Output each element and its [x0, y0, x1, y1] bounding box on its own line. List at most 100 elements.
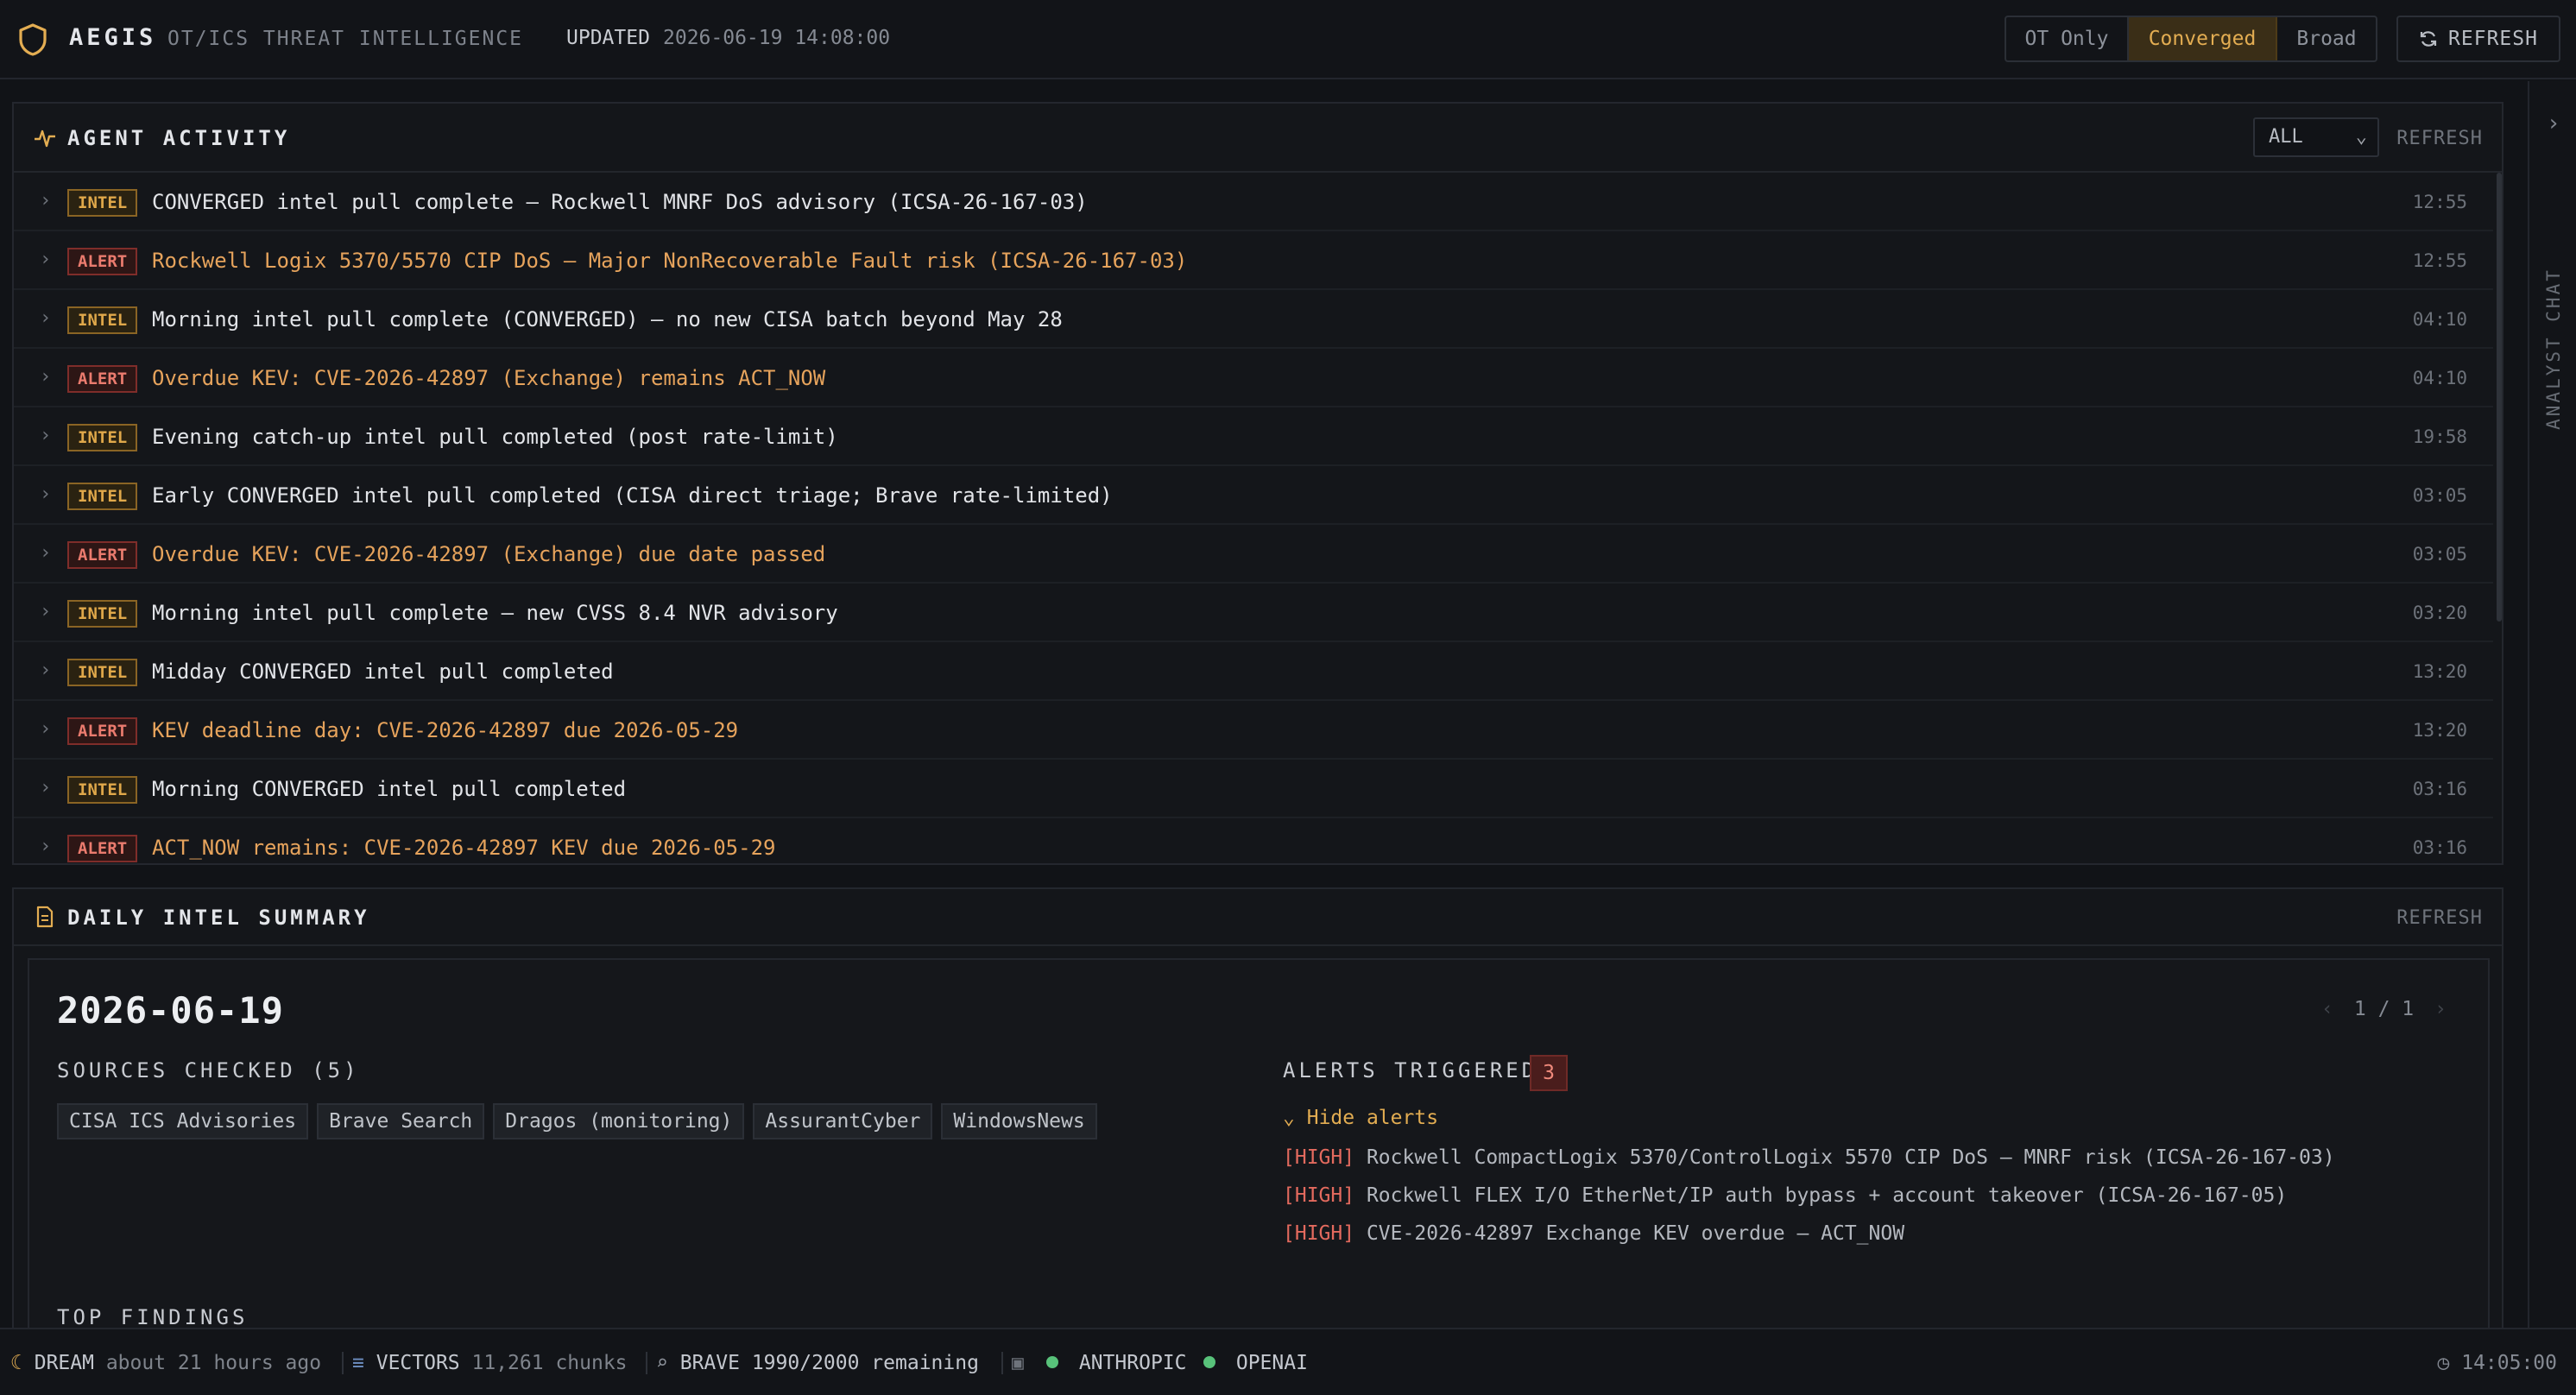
activity-row[interactable]: › INTEL Midday CONVERGED intel pull comple… [14, 642, 2493, 701]
app-root: AEGIS OT/ICS THREAT INTELLIGENCE UPDATED… [0, 0, 2576, 1395]
status-ok-dot [1203, 1356, 1215, 1368]
alert-text: Rockwell CompactLogix 5370/ControlLogix … [1366, 1146, 2335, 1169]
activity-type-badge: ALERT [67, 248, 138, 275]
activity-message: Early CONVERGED intel pull completed (CI… [152, 483, 1113, 508]
activity-row[interactable]: › INTEL Early CONVERGED intel pull complet… [14, 466, 2493, 525]
activity-row[interactable]: › ALERT Overdue KEV: CVE-2026-42897 (Excha… [14, 525, 2493, 584]
alert-severity: [HIGH] [1283, 1222, 1355, 1245]
source-chip: CISA ICS Advisories [57, 1103, 309, 1139]
activity-pulse-icon [35, 129, 55, 148]
chevron-right-icon[interactable]: › [40, 777, 51, 798]
activity-time: 04:10 [2412, 309, 2467, 330]
refresh-button[interactable]: REFRESH [2396, 16, 2560, 62]
analyst-chat-rail[interactable]: › ANALYST CHAT [2528, 81, 2576, 1328]
status-vectors: ≡ VECTORS 11,261 chunks [352, 1352, 628, 1374]
mode-broad-button[interactable]: Broad [2277, 17, 2376, 60]
status-bar: ☾ DREAM about 21 hours ago ≡ VECTORS 11,… [0, 1328, 2576, 1395]
agent-activity-title: AGENT ACTIVITY [67, 126, 291, 150]
activity-row[interactable]: › INTEL Morning CONVERGED intel pull compl… [14, 760, 2493, 818]
activity-row[interactable]: › ALERT KEV deadline day: CVE-2026-42897 d… [14, 701, 2493, 760]
activity-message: Midday CONVERGED intel pull completed [152, 660, 614, 684]
summary-card: 2026-06-19 ‹ 1 / 1 › SOURCES CHECKED (5)… [28, 958, 2490, 1373]
activity-message: Morning intel pull complete — new CVSS 8… [152, 601, 838, 625]
chevron-right-icon[interactable]: › [40, 660, 51, 681]
activity-row[interactable]: › INTEL Morning intel pull complete — new … [14, 584, 2493, 642]
activity-row[interactable]: › INTEL Evening catch-up intel pull comple… [14, 407, 2493, 466]
refresh-icon [2420, 31, 2437, 47]
clock-icon: ◷ [2437, 1352, 2450, 1374]
activity-row[interactable]: › ALERT Overdue KEV: CVE-2026-42897 (Excha… [14, 349, 2493, 407]
activity-row[interactable]: › ALERT ACT_NOW remains: CVE-2026-42897 KE… [14, 818, 2493, 863]
sources-list: CISA ICS Advisories Brave Search Dragos … [57, 1103, 1097, 1139]
agent-activity-header: AGENT ACTIVITY ALL ⌄ REFRESH [14, 104, 2502, 173]
activity-scrollbar[interactable] [2497, 173, 2502, 622]
updated-label: UPDATED [566, 27, 650, 49]
alert-text: Rockwell FLEX I/O EtherNet/IP auth bypas… [1366, 1184, 2288, 1207]
chip-icon: ▣ [1012, 1352, 1024, 1374]
activity-type-badge: INTEL [67, 659, 138, 686]
analyst-chat-label-wrap: ANALYST CHAT [2531, 262, 2576, 435]
brave-label: BRAVE [679, 1352, 740, 1374]
chevron-right-icon[interactable]: › [40, 542, 51, 564]
activity-type-badge: ALERT [67, 541, 138, 569]
status-dream: ☾ DREAM about 21 hours ago [10, 1352, 321, 1374]
brand-subtitle: OT/ICS THREAT INTELLIGENCE [167, 28, 524, 50]
agent-activity-panel: AGENT ACTIVITY ALL ⌄ REFRESH › INTEL CONVE… [12, 102, 2503, 865]
activity-time: 03:05 [2412, 485, 2467, 506]
alert-text: CVE-2026-42897 Exchange KEV overdue — AC… [1366, 1222, 1905, 1245]
alerts-count-badge: 3 [1530, 1055, 1568, 1091]
activity-refresh-button[interactable]: REFRESH [2396, 128, 2483, 149]
chevron-right-icon[interactable]: › [2547, 110, 2560, 136]
chevron-right-icon[interactable]: › [40, 366, 51, 388]
chevron-right-icon[interactable]: › [40, 718, 51, 740]
activity-filter-select[interactable]: ALL ⌄ [2253, 117, 2379, 157]
chevron-right-icon[interactable]: › [40, 836, 51, 857]
activity-time: 13:20 [2412, 720, 2467, 741]
status-divider [1001, 1352, 1003, 1374]
top-findings-label: TOP FINDINGS [57, 1305, 249, 1329]
alerts-triggered-label: ALERTS TRIGGERED [1283, 1058, 1538, 1083]
alert-item: [HIGH] Rockwell CompactLogix 5370/Contro… [1283, 1146, 2335, 1169]
daily-summary-header: DAILY INTEL SUMMARY REFRESH [14, 889, 2502, 946]
activity-row[interactable]: › INTEL Morning intel pull complete (CONVE… [14, 290, 2493, 349]
chevron-right-icon[interactable]: › [40, 483, 51, 505]
activity-row[interactable]: › INTEL CONVERGED intel pull complete — Ro… [14, 173, 2493, 231]
status-brave: ⌕ BRAVE 1990/2000 remaining [656, 1352, 979, 1374]
activity-time: 03:05 [2412, 544, 2467, 565]
chevron-right-icon[interactable]: › [40, 249, 51, 270]
status-clock: ◷ 14:05:00 [2438, 1352, 2558, 1374]
chevron-right-icon[interactable]: › [40, 190, 51, 211]
status-ok-dot [1046, 1356, 1058, 1368]
hide-alerts-label: Hide alerts [1306, 1107, 1439, 1129]
summary-refresh-button[interactable]: REFRESH [2396, 907, 2483, 929]
chevron-right-icon[interactable]: › [40, 601, 51, 622]
alert-item: [HIGH] Rockwell FLEX I/O EtherNet/IP aut… [1283, 1184, 2287, 1207]
chevron-left-icon[interactable]: ‹ [2321, 998, 2333, 1020]
vectors-label: VECTORS [376, 1352, 460, 1374]
mode-ot-only-button[interactable]: OT Only [2006, 17, 2129, 60]
mode-converged-button[interactable]: Converged [2129, 17, 2277, 60]
activity-message: ACT_NOW remains: CVE-2026-42897 KEV due … [152, 836, 776, 860]
activity-row[interactable]: › ALERT Rockwell Logix 5370/5570 CIP DoS —… [14, 231, 2493, 290]
activity-message: CONVERGED intel pull complete — Rockwell… [152, 190, 1088, 214]
chevron-right-icon[interactable]: › [2434, 998, 2447, 1020]
activity-time: 03:20 [2412, 603, 2467, 623]
updated-timestamp: 2026-06-19 14:08:00 [663, 27, 891, 49]
scope-toggle: OT Only Converged Broad [2005, 16, 2377, 62]
brave-value: 1990/2000 remaining [751, 1352, 979, 1374]
chevron-down-icon: ⌄ [1283, 1107, 1295, 1129]
source-chip: AssurantCyber [753, 1103, 933, 1139]
daily-summary-panel: DAILY INTEL SUMMARY REFRESH 2026-06-19 ‹… [12, 887, 2503, 1373]
chevron-right-icon[interactable]: › [40, 307, 51, 329]
status-divider [342, 1352, 344, 1374]
hide-alerts-toggle[interactable]: ⌄ Hide alerts [1283, 1107, 1438, 1129]
activity-time: 13:20 [2412, 661, 2467, 682]
activity-time: 03:16 [2412, 837, 2467, 858]
activity-time: 19:58 [2412, 426, 2467, 447]
chevron-right-icon[interactable]: › [40, 425, 51, 446]
activity-time: 03:16 [2412, 779, 2467, 799]
daily-summary-title: DAILY INTEL SUMMARY [67, 906, 370, 930]
source-chip: WindowsNews [941, 1103, 1097, 1139]
alert-severity: [HIGH] [1283, 1146, 1355, 1169]
activity-message: Morning CONVERGED intel pull completed [152, 777, 627, 801]
